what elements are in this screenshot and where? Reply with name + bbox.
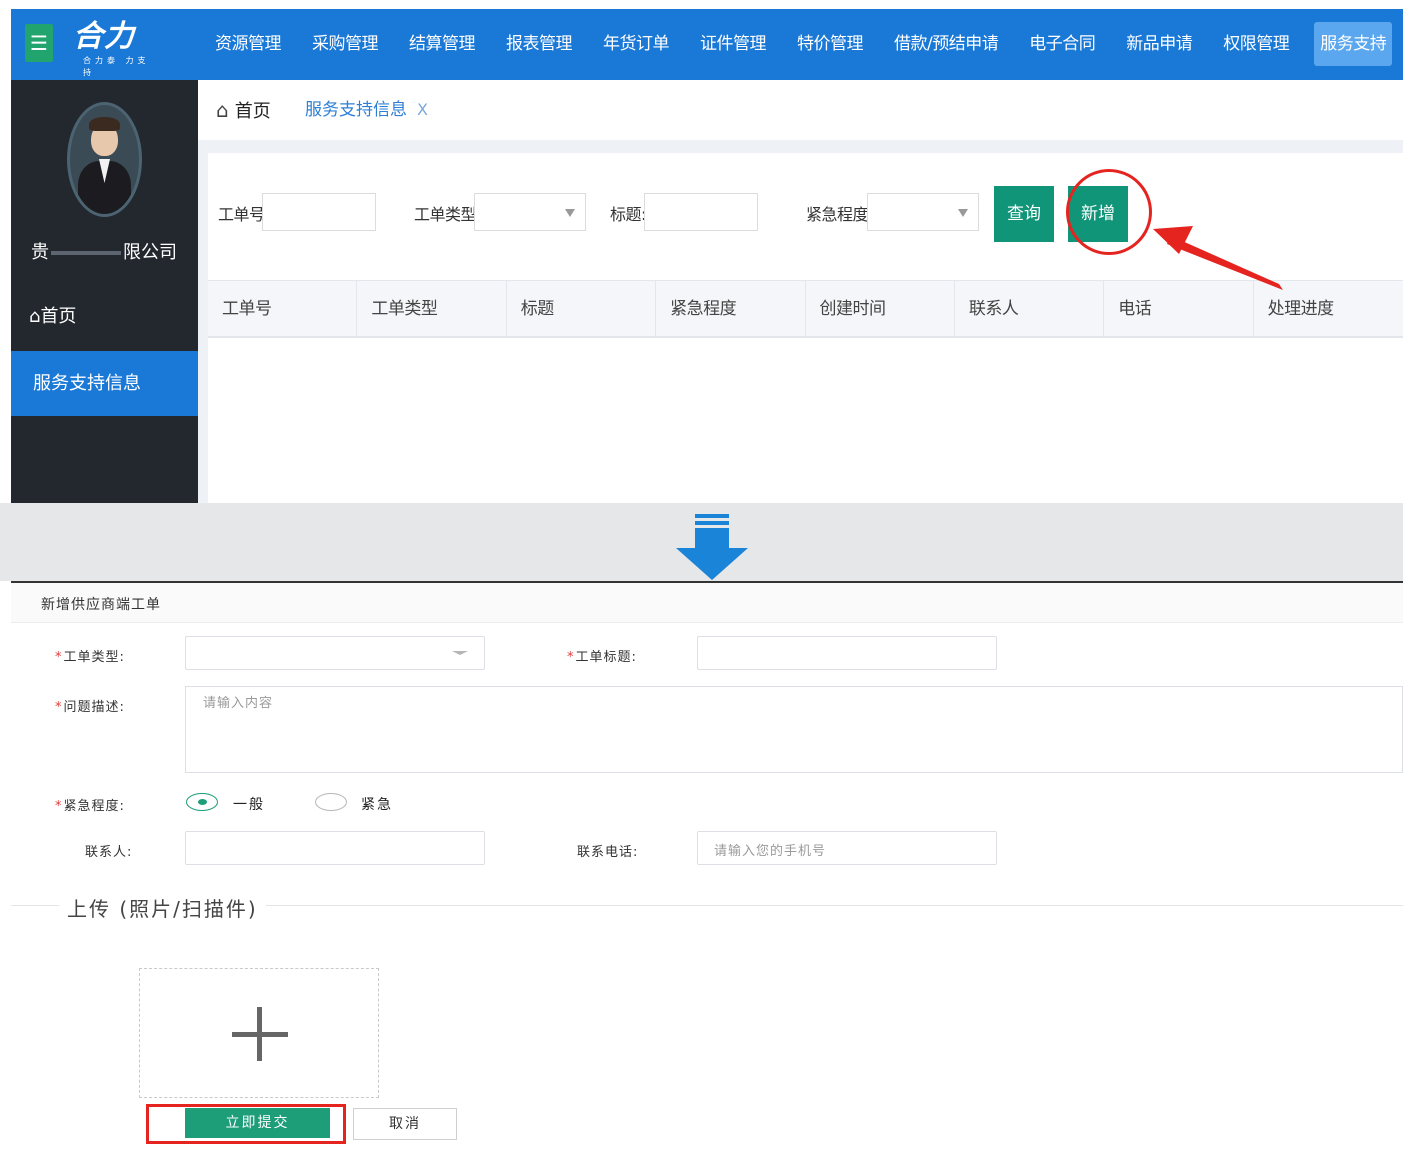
topnav-item[interactable]: 资源管理: [209, 22, 287, 66]
table-column-header: 工单号: [208, 281, 358, 337]
urgency-select[interactable]: [867, 193, 979, 231]
phone-field-label: 联系电话:: [577, 845, 639, 860]
description-placeholder: 请输入内容: [203, 696, 274, 711]
contact-field-label: 联系人:: [85, 845, 133, 860]
user-avatar: [67, 102, 142, 217]
order-type-field-label: *工单类型:: [55, 646, 125, 665]
chevron-down-icon: [958, 209, 968, 217]
plus-icon-vertical: [257, 1007, 262, 1061]
topnav-item[interactable]: 权限管理: [1217, 22, 1295, 66]
topnav-item[interactable]: 特价管理: [791, 22, 869, 66]
upload-dropzone[interactable]: [139, 968, 379, 1098]
required-mark: *: [567, 650, 575, 665]
order-type-select[interactable]: [185, 636, 485, 670]
required-mark: *: [55, 700, 63, 715]
order-no-input[interactable]: [262, 193, 376, 231]
submit-button[interactable]: 立即提交: [185, 1108, 330, 1138]
sidebar-item-label: 首页: [40, 306, 77, 327]
order-type-label: 工单类型:: [414, 205, 481, 224]
label-text: 工单标题:: [575, 650, 637, 665]
app-logo: 合力 合力泰 力支持: [73, 19, 153, 77]
urgency-radio-urgent[interactable]: [315, 793, 347, 811]
menu-toggle-icon[interactable]: ☰: [25, 24, 53, 62]
new-ticket-form-screenshot: 新增供应商端工单 *工单类型: *工单标题: *问题描述: 请输入内容 *紧急程…: [11, 581, 1403, 1155]
required-mark: *: [55, 650, 63, 665]
tab-label: 服务支持信息: [305, 100, 407, 120]
label-text: 工单类型:: [63, 650, 125, 665]
home-icon: ⌂: [216, 98, 229, 122]
tab-home[interactable]: ⌂ 首页: [216, 80, 271, 142]
urgency-field-label: *紧急程度:: [55, 795, 125, 814]
title-label: 标题:: [610, 205, 646, 224]
tab-label: 首页: [234, 101, 271, 122]
topnav-item[interactable]: 证件管理: [694, 22, 772, 66]
company-name-start: 贵: [31, 242, 49, 263]
label-text: 紧急程度:: [63, 799, 125, 814]
topnav-item[interactable]: 报表管理: [500, 22, 578, 66]
urgency-radio-normal[interactable]: [186, 793, 218, 811]
label-text: 问题描述:: [63, 700, 125, 715]
urgency-label: 紧急程度:: [806, 205, 873, 224]
close-icon[interactable]: X: [417, 100, 428, 119]
top-menu: 资源管理 采购管理 结算管理 报表管理 年货订单 证件管理 特价管理 借款/预结申请 电子合同新…: [209, 22, 1403, 66]
tab-bar: ⌂ 首页 服务支持信息 X: [198, 80, 1403, 140]
topnav-item[interactable]: 电子合同: [1023, 22, 1101, 66]
description-field-label: *问题描述:: [55, 696, 125, 715]
order-title-field-label: *工单标题:: [567, 646, 637, 665]
topnav-item[interactable]: 服务支持: [1314, 22, 1393, 66]
topnav-item[interactable]: 新品申请: [1120, 22, 1198, 66]
order-type-select[interactable]: [474, 193, 586, 231]
topnav-item[interactable]: 借款/预结申请: [888, 22, 1004, 66]
sidebar-item-label: 服务支持信息: [33, 373, 141, 394]
urgency-option-normal-label: 一般: [233, 797, 265, 813]
form-header: 新增供应商端工单: [11, 583, 1403, 623]
form-title: 新增供应商端工单: [41, 597, 161, 613]
tutorial-composite: ☰ 合力 合力泰 力支持 资源管理 采购管理 结算管理 报表管理 年货订单 证件管理 特价管…: [0, 0, 1403, 1155]
cancel-button[interactable]: 取消: [353, 1108, 457, 1140]
arrow-down-icon: [676, 514, 748, 580]
company-name-end: 限公司: [123, 242, 177, 263]
annotation-arrow: [1153, 226, 1283, 290]
title-input[interactable]: [644, 193, 758, 231]
home-icon: ⌂: [29, 306, 41, 327]
table-column-header: 联系人: [955, 281, 1105, 337]
chevron-down-icon: [565, 209, 575, 217]
company-name: 贵 限公司: [31, 238, 177, 264]
redacted-text: [51, 251, 121, 255]
order-title-input[interactable]: [697, 636, 997, 670]
logo-subtext: 合力泰 力支持: [83, 56, 150, 77]
required-mark: *: [55, 799, 63, 814]
sidebar-item-home[interactable]: ⌂首页: [11, 285, 198, 349]
sidebar: 贵 限公司 ⌂首页 服务支持信息: [11, 80, 198, 503]
topnav-item[interactable]: 年货订单: [597, 22, 675, 66]
service-support-list-screenshot: ☰ 合力 合力泰 力支持 资源管理 采购管理 结算管理 报表管理 年货订单 证件管理 特价管…: [11, 9, 1403, 503]
topnav-item[interactable]: 结算管理: [403, 22, 481, 66]
topnav-item[interactable]: 采购管理: [306, 22, 384, 66]
logo-text: 合力: [73, 19, 135, 54]
phone-placeholder: 请输入您的手机号: [714, 844, 827, 859]
description-textarea[interactable]: 请输入内容: [185, 686, 1403, 773]
query-button[interactable]: 查询: [994, 186, 1054, 242]
table-column-header: 创建时间: [806, 281, 955, 337]
phone-input[interactable]: 请输入您的手机号: [697, 831, 997, 865]
upload-legend: 上传 (照片/扫描件): [59, 893, 266, 922]
top-navbar: ☰ 合力 合力泰 力支持 资源管理 采购管理 结算管理 报表管理 年货订单 证件管理 特价管…: [11, 9, 1403, 80]
sidebar-item-service-support[interactable]: 服务支持信息: [11, 351, 198, 416]
chevron-down-icon: [452, 651, 468, 655]
contact-input[interactable]: [185, 831, 485, 865]
tab-service-support[interactable]: 服务支持信息 X: [305, 80, 428, 140]
urgency-option-urgent-label: 紧急: [361, 797, 393, 813]
table-column-header: 标题: [507, 281, 657, 337]
table-column-header: 工单类型: [357, 281, 507, 337]
table-column-header: 紧急程度: [656, 281, 806, 337]
